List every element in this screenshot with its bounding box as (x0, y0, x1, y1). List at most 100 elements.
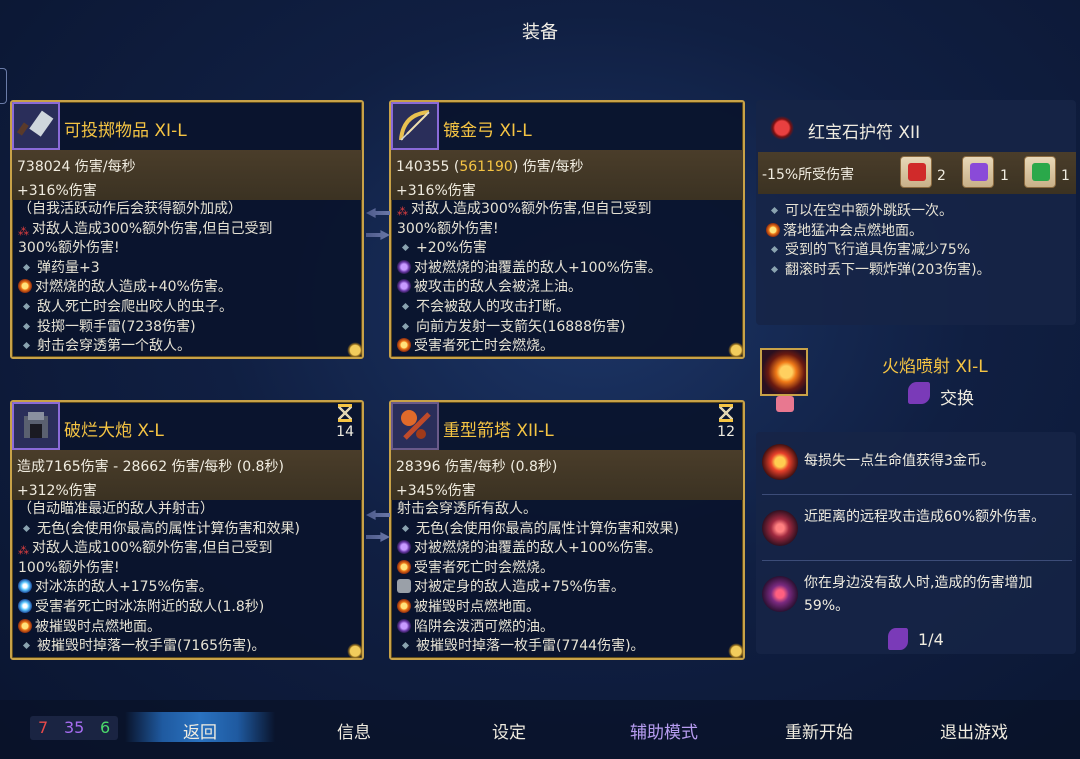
swap-skills-arrows[interactable] (366, 510, 390, 554)
menu-assist-mode[interactable]: 辅助模式 (594, 718, 734, 743)
blood-icon: ⁂ (18, 544, 29, 558)
effect-line: 投掷一颗手雷(7238伤害) (18, 318, 352, 338)
amulet-name: 红宝石护符 XII (808, 123, 921, 143)
bow-icon (391, 102, 439, 150)
mutation-item[interactable]: 你在身边没有敌人时,造成的伤害增加59%。 (762, 570, 1074, 622)
green-cross-scroll-icon (1024, 156, 1056, 188)
menu-back[interactable]: 返回 (130, 718, 270, 743)
cooldown-value: 14 (336, 424, 354, 440)
bullet-icon (22, 342, 31, 350)
effect-line: 300%额外伤害! (397, 220, 499, 237)
amulet-effects: 可以在空中额外跳跃一次。 落地猛冲会点燃地面。 受到的飞行道具伤害减少75% 翻… (766, 202, 991, 280)
mutation-item[interactable]: 近距离的远程攻击造成60%额外伤害。 (762, 504, 1074, 556)
effect-line: 无色(会使用你最高的属性计算伤害和效果) (397, 520, 733, 540)
ice-icon (18, 579, 32, 594)
fire-icon (18, 618, 32, 633)
page-title: 装备 (522, 22, 558, 43)
mutation-text: 每损失一点生命值获得3金币。 (804, 453, 995, 469)
effect-line: （自动瞄准最近的敌人并射击） (18, 501, 214, 517)
mutation-item[interactable]: 每损失一点生命值获得3金币。 (762, 442, 1074, 486)
purple-bolt-scroll-icon (962, 156, 994, 188)
fire-icon (397, 598, 411, 613)
weapon-card-heavy-turret[interactable]: 重型箭塔 XII-L 12 28396 伤害/每秒 (0.8秒) +345%伤害… (389, 400, 745, 660)
effect-line: （自我活跃动作后会获得额外加成） (18, 201, 242, 217)
corner-gem-icon (723, 638, 743, 658)
brutality-count: 7 (38, 718, 49, 737)
menu-restart[interactable]: 重新开始 (749, 718, 889, 743)
weapon-card-gilded-bow[interactable]: 镀金弓 XI-L 140355 (561190) 伤害/每秒 +316%伤害 ⁂… (389, 100, 745, 359)
effect-line: +20%伤害 (397, 239, 733, 259)
effect-line: 向前方发射一支箭矢(16888伤害) (397, 318, 733, 338)
survival-count: 6 (100, 718, 111, 737)
stat-counts: 7 35 6 (30, 716, 118, 740)
effect-line: 100%额外伤害! (18, 559, 120, 576)
flamethrower-icon[interactable] (760, 348, 808, 396)
effect-line: 不会被敌人的攻击打断。 (397, 298, 733, 318)
tactics-scroll-count: 1 (1000, 168, 1009, 184)
bullet-icon (401, 322, 410, 330)
effect-line: 射击会穿透所有敌人。 (397, 501, 537, 517)
lock-icon (397, 579, 411, 594)
amulet-effect: 可以在空中额外跳跃一次。 (766, 202, 991, 222)
fire-icon (18, 279, 32, 294)
effect-line: 对被燃烧的油覆盖的敌人+100%伤害。 (397, 539, 733, 559)
amulet-effect: 翻滚时丢下一颗炸弹(203伤害)。 (766, 261, 991, 281)
effect-line: 对冰冻的敌人+175%伤害。 (18, 578, 352, 598)
fire-icon (766, 222, 780, 237)
amulet-effect: 落地猛冲会点燃地面。 (766, 222, 991, 242)
card-header: 可投掷物品 XI-L (12, 102, 362, 150)
effect-line: 被摧毁时掉落一枚手雷(7744伤害)。 (397, 637, 733, 654)
left-tab-handle[interactable] (0, 68, 7, 104)
dps-stat: 28396 伤害/每秒 (0.8秒) (396, 459, 558, 475)
menu-settings[interactable]: 设定 (439, 718, 579, 743)
menu-quit[interactable]: 退出游戏 (904, 718, 1044, 743)
bullet-icon (770, 265, 779, 273)
red-fist-scroll-icon (900, 156, 932, 188)
oil-icon (397, 259, 411, 274)
corner-gem-icon (342, 337, 362, 357)
bullet-icon (22, 322, 31, 330)
divider (762, 494, 1072, 495)
amulet-effect: 受到的飞行道具伤害减少75% (766, 241, 991, 261)
bullet-icon (22, 263, 31, 271)
survival-scroll-count: 1 (1061, 168, 1070, 184)
bullet-icon (22, 642, 31, 650)
dps-stat: 140355 (561190) 伤害/每秒 (396, 156, 583, 176)
dps-stat: 造成7165伤害 - 28662 伤害/每秒 (0.8秒) (17, 459, 284, 475)
card-header: 破烂大炮 X-L (12, 402, 362, 450)
card-stats: 140355 (561190) 伤害/每秒 +316%伤害 (391, 150, 743, 200)
close-range-icon (762, 510, 798, 546)
cooldown-timer: 12 (717, 404, 735, 440)
effect-line: 对燃烧的敌人造成+40%伤害。 (18, 278, 352, 298)
weapon-card-broken-cannon[interactable]: 破烂大炮 X-L 14 造成7165伤害 - 28662 伤害/每秒 (0.8秒… (10, 400, 364, 660)
damage-bonus: +316%伤害 (17, 183, 97, 199)
effects-list: （自我活跃动作后会获得额外加成） ⁂ 对敌人造成300%额外伤害,但自己受到 300%… (18, 200, 352, 353)
card-name: 破烂大炮 X-L (64, 421, 164, 441)
swap-button[interactable]: 交换 (940, 384, 974, 409)
blood-icon: ⁂ (18, 224, 29, 238)
damage-bonus: +316%伤害 (396, 183, 476, 199)
effect-line: ⁂ 对敌人造成100%额外伤害,但自己受到 (18, 540, 273, 558)
dps-base: 140355 ( (396, 159, 460, 175)
effect-line: 敌人死亡时会爬出咬人的虫子。 (18, 298, 352, 318)
effects-list: 射击会穿透所有敌人。无色(会使用你最高的属性计算伤害和效果) 对被燃烧的油覆盖的敌… (397, 500, 733, 654)
amulet-damage-reduction: -15%所受伤害 (762, 167, 855, 183)
effect-line: 300%额外伤害! (18, 240, 120, 257)
blood-icon: ⁂ (397, 205, 408, 218)
effect-line: 射击会穿透第一个敌人。 (18, 337, 352, 353)
weapon-card-throwable[interactable]: 可投掷物品 XI-L 738024 伤害/每秒 +316%伤害 （自我活跃动作后… (10, 100, 364, 359)
dps-crit: 561190 (459, 159, 513, 175)
effect-line: 陷阱会泼洒可燃的油。 (397, 618, 733, 638)
effect-line: 受害者死亡时会燃烧。 (397, 559, 733, 579)
card-header: 重型箭塔 XII-L (391, 402, 743, 450)
effects-list: ⁂ 对敌人造成300%额外伤害,但自己受到 300%额外伤害! +20%伤害 对被燃烧的… (397, 200, 733, 353)
hourglass-icon (719, 404, 734, 422)
effect-line: 对被定身的敌人造成+75%伤害。 (397, 578, 733, 598)
card-stats: 738024 伤害/每秒 +316%伤害 (12, 150, 362, 200)
swap-weapons-arrows[interactable] (366, 208, 390, 252)
arrow-left-icon (366, 208, 390, 218)
corner-gem-icon (342, 638, 362, 658)
menu-info[interactable]: 信息 (284, 718, 424, 743)
card-name: 镀金弓 XI-L (443, 121, 532, 141)
fire-icon (397, 338, 411, 353)
